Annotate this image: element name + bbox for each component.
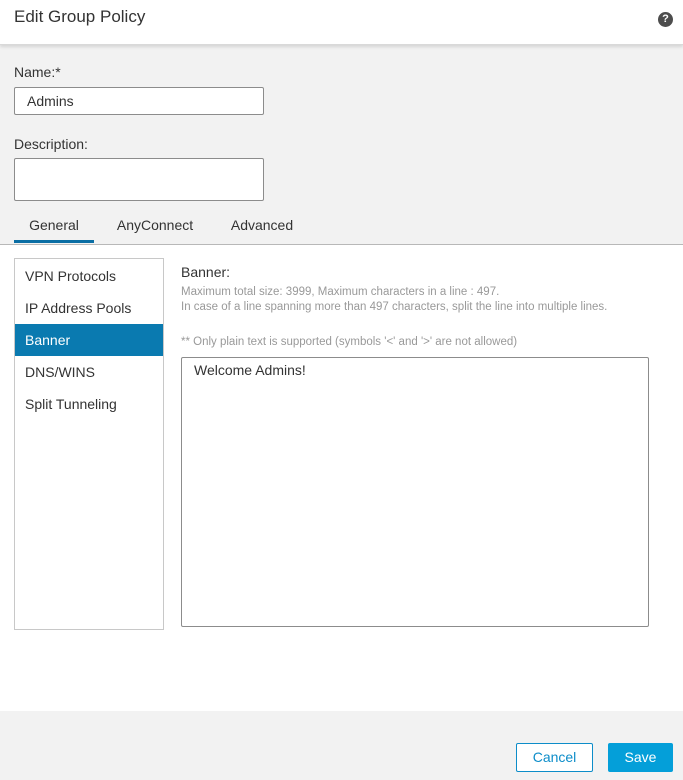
tab-advanced[interactable]: Advanced	[220, 215, 304, 243]
nav-item-banner[interactable]: Banner	[15, 324, 163, 356]
nav-item-vpn-protocols[interactable]: VPN Protocols	[15, 260, 163, 292]
description-input[interactable]	[14, 158, 264, 201]
description-label: Description:	[14, 136, 88, 152]
dialog-title: Edit Group Policy	[14, 7, 146, 26]
name-input[interactable]	[14, 87, 264, 115]
save-button[interactable]: Save	[608, 743, 673, 772]
banner-line-hint: In case of a line spanning more than 497…	[181, 301, 608, 313]
banner-size-hint: Maximum total size: 3999, Maximum charac…	[181, 286, 500, 298]
banner-textarea[interactable]: Welcome Admins!	[181, 357, 649, 627]
cancel-button[interactable]: Cancel	[516, 743, 593, 772]
plain-text-note: ** Only plain text is supported (symbols…	[181, 336, 518, 348]
banner-label: Banner:	[181, 264, 231, 280]
name-label: Name:*	[14, 64, 61, 80]
settings-nav-list: VPN Protocols IP Address Pools Banner DN…	[14, 258, 164, 630]
nav-item-ip-address-pools[interactable]: IP Address Pools	[15, 292, 163, 324]
nav-item-dns-wins[interactable]: DNS/WINS	[15, 356, 163, 388]
tab-anyconnect[interactable]: AnyConnect	[107, 215, 203, 243]
tab-general[interactable]: General	[14, 215, 94, 243]
help-icon[interactable]: ?	[658, 12, 673, 27]
nav-item-split-tunneling[interactable]: Split Tunneling	[15, 388, 163, 420]
dialog-header: Edit Group Policy ?	[0, 0, 683, 45]
form-area: Name:* Description: General AnyConnect A…	[0, 45, 683, 245]
